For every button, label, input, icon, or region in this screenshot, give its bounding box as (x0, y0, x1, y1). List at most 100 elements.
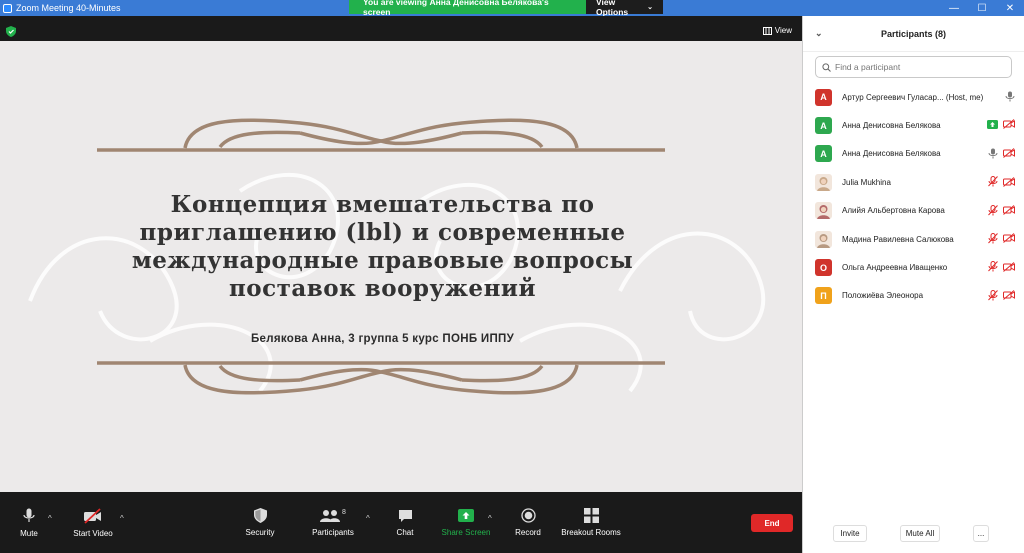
video-off-icon (1003, 233, 1015, 244)
video-off-icon (1003, 205, 1015, 215)
avatar: О (815, 259, 832, 277)
meeting-toolbar: Mute ^ Start Video ^ Security 8 Particip… (0, 492, 802, 553)
participants-button[interactable]: 8 Participants (308, 492, 358, 553)
mic-muted-icon (988, 261, 998, 272)
shared-screen-slide: Концепция вмешательства по приглашению (… (0, 41, 802, 492)
participant-row[interactable]: А Анна Денисовна Белякова (803, 140, 1024, 168)
participant-status-icons (988, 289, 1015, 301)
participants-panel: ⌄ Participants (8) А Артур Сергеевич Гула… (802, 16, 1024, 553)
participant-status-icons (987, 119, 1015, 130)
record-label: Record (515, 528, 541, 537)
video-off-icon (1003, 261, 1015, 272)
microphone-icon (23, 508, 35, 522)
participants-count: 8 (342, 508, 346, 516)
viewing-banner: You are viewing Анна Денисовна Белякова'… (349, 0, 663, 17)
panel-footer: Invite Mute All ... (803, 521, 1024, 543)
grid-icon (762, 26, 772, 35)
video-off-icon (1003, 119, 1015, 130)
mic-muted-icon (988, 204, 998, 216)
view-layout-button[interactable]: View (762, 26, 792, 35)
participant-row[interactable]: Алийя Альбертовна Карова (803, 197, 1024, 225)
chevron-up-icon[interactable]: ^ (120, 514, 124, 523)
share-screen-icon (458, 508, 474, 522)
avatar-photo-icon (815, 230, 832, 248)
view-label: View (774, 26, 792, 35)
participant-row[interactable]: П Положиёва Элеонора (803, 282, 1024, 310)
participant-list: А Артур Сергеевич Гуласар... (Host, me) А А… (803, 83, 1024, 310)
mute-button[interactable]: Mute (12, 492, 46, 553)
avatar (815, 202, 832, 220)
avatar (815, 173, 832, 191)
chevron-up-icon[interactable]: ^ (488, 514, 492, 523)
invite-button[interactable]: Invite (833, 525, 867, 542)
zoom-window: Zoom Meeting 40-Minutes — ☐ ✕ You are vi… (0, 0, 1024, 553)
record-button[interactable]: Record (511, 492, 545, 553)
maximize-button[interactable]: ☐ (968, 0, 996, 16)
collapse-chevron-icon[interactable]: ⌄ (815, 28, 823, 39)
breakout-rooms-label: Breakout Rooms (561, 528, 621, 537)
chat-bubble-icon (398, 509, 412, 522)
video-off-icon (1003, 148, 1015, 159)
participant-row[interactable]: Julia Mukhina (803, 168, 1024, 196)
avatar: А (815, 117, 832, 135)
participant-name: Алийя Альбертовна Карова (842, 206, 945, 216)
chat-label: Chat (396, 527, 414, 537)
shield-icon (253, 508, 267, 523)
chevron-down-icon: ⌄ (647, 4, 653, 11)
mute-all-button[interactable]: Mute All (900, 525, 940, 542)
mic-muted-icon (988, 289, 998, 301)
slide-title: Концепция вмешательства по приглашению (… (131, 191, 634, 302)
share-screen-button[interactable]: Share Screen (438, 492, 494, 553)
panel-header: ⌄ Participants (8) (803, 16, 1024, 52)
chat-button[interactable]: Chat (390, 492, 420, 553)
sharing-screen-icon (987, 119, 998, 129)
participant-name: Артур Сергеевич Гуласар... (Host, me) (842, 92, 984, 102)
avatar: П (815, 287, 832, 305)
participant-name: Положиёва Элеонора (842, 291, 924, 301)
security-label: Security (245, 528, 275, 537)
minimize-button[interactable]: — (940, 0, 968, 16)
viewing-message: You are viewing Анна Денисовна Белякова'… (349, 0, 586, 17)
mic-muted-icon (988, 232, 998, 244)
microphone-icon (988, 148, 998, 159)
participant-name: Анна Денисовна Белякова (842, 149, 941, 159)
avatar: А (815, 88, 832, 106)
participant-row[interactable]: А Анна Денисовна Белякова (803, 111, 1024, 139)
record-icon (520, 508, 536, 523)
mute-label: Mute (20, 528, 38, 538)
window-controls: — ☐ ✕ (940, 0, 1024, 16)
participant-status-icons (1005, 91, 1015, 102)
share-screen-label: Share Screen (441, 527, 491, 537)
start-video-button[interactable]: Start Video (68, 492, 118, 553)
participant-status-icons (988, 204, 1015, 216)
video-off-icon (1003, 290, 1015, 301)
participant-row[interactable]: Мадина Равилевна Салюкова (803, 225, 1024, 253)
security-button[interactable]: Security (240, 492, 280, 553)
participant-search[interactable] (815, 56, 1012, 78)
end-meeting-button[interactable]: End (751, 514, 793, 532)
avatar: А (815, 145, 832, 163)
participant-row[interactable]: О Ольга Андреевна Иващенко (803, 253, 1024, 281)
mic-muted-icon (988, 176, 998, 187)
close-button[interactable]: ✕ (996, 0, 1024, 16)
avatar-photo-icon (815, 202, 832, 220)
participant-status-icons (988, 148, 1015, 159)
encryption-shield-icon (6, 26, 16, 37)
participant-name: Ольга Андреевна Иващенко (842, 263, 948, 273)
start-video-label: Start Video (73, 528, 113, 538)
more-options-button[interactable]: ... (973, 525, 989, 542)
breakout-rooms-button[interactable]: Breakout Rooms (558, 492, 624, 553)
avatar (815, 230, 832, 248)
zoom-app-icon (3, 3, 12, 13)
participant-status-icons (988, 261, 1015, 272)
view-options-button[interactable]: View Options ⌄ (586, 0, 663, 17)
slide-subtitle: Белякова Анна, 3 группа 5 курс ПОНБ ИППУ (250, 333, 515, 345)
participant-status-icons (988, 176, 1015, 187)
chevron-up-icon[interactable]: ^ (366, 514, 370, 523)
search-input[interactable] (835, 62, 995, 72)
avatar-photo-icon (815, 173, 832, 191)
microphone-icon (1005, 91, 1015, 102)
meeting-area: View Концепция вмешательства по приглаше… (0, 16, 802, 553)
participant-row[interactable]: А Артур Сергеевич Гуласар... (Host, me) (803, 83, 1024, 111)
chevron-up-icon[interactable]: ^ (48, 514, 52, 523)
